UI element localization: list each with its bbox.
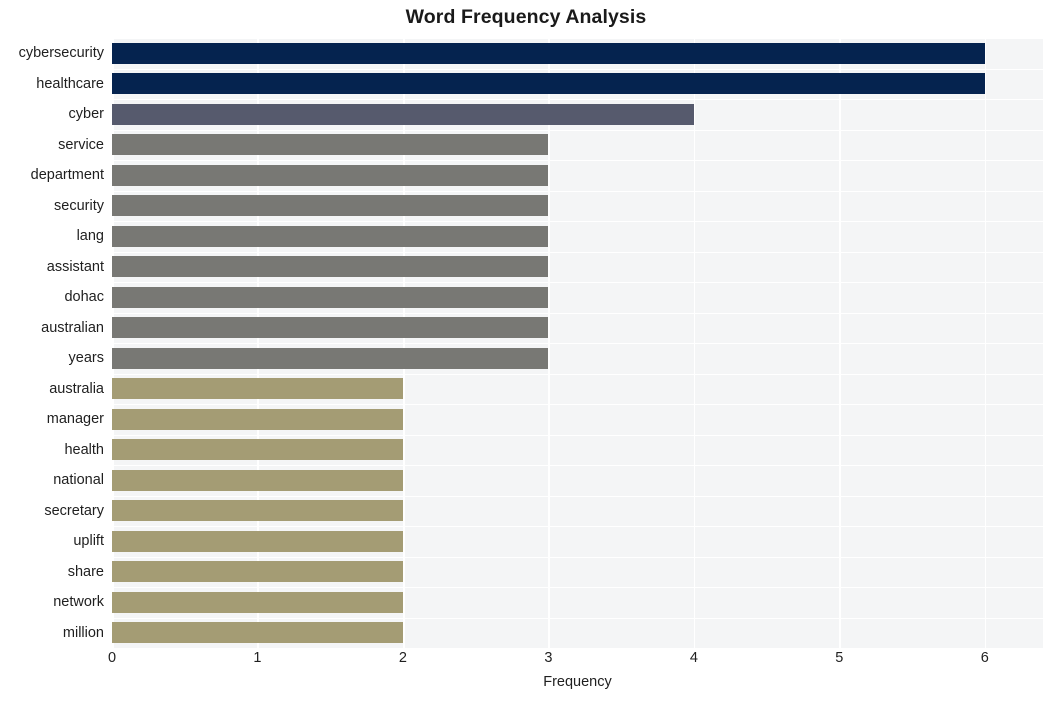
gridline-horizontal	[112, 68, 1043, 70]
gridline-horizontal	[112, 129, 1043, 131]
x-axis-title: Frequency	[543, 674, 612, 690]
y-axis-tick-label: national	[53, 472, 104, 489]
bar[interactable]	[112, 256, 549, 278]
gridline-horizontal	[112, 404, 1043, 406]
y-axis-tick-label: million	[62, 624, 104, 641]
y-axis-tick-label: healthcare	[36, 75, 104, 92]
gridline-horizontal	[112, 465, 1043, 467]
y-axis-tick-label: network	[53, 594, 104, 611]
gridline-horizontal	[112, 617, 1043, 619]
x-axis-tick-label: 3	[544, 650, 553, 666]
gridline-horizontal	[112, 312, 1043, 314]
y-axis-tick-label: australia	[49, 380, 104, 397]
gridline-horizontal	[112, 373, 1043, 375]
bar[interactable]	[112, 164, 549, 186]
gridline-horizontal	[112, 343, 1043, 345]
bar[interactable]	[112, 134, 549, 156]
bar[interactable]	[112, 225, 549, 247]
y-axis-tick-label: department	[30, 167, 104, 184]
gridline-horizontal	[112, 251, 1043, 253]
gridline-horizontal	[112, 495, 1043, 497]
gridline-horizontal	[112, 282, 1043, 284]
y-axis-tick-label: secretary	[44, 502, 104, 519]
bar[interactable]	[112, 530, 403, 552]
y-axis-tick-label: manager	[46, 411, 104, 428]
bar[interactable]	[112, 42, 985, 64]
y-axis-tick-label: health	[64, 441, 104, 458]
bar[interactable]	[112, 195, 549, 217]
gridline-horizontal	[112, 160, 1043, 162]
chart-title: Word Frequency Analysis	[405, 6, 647, 28]
y-axis-tick-label: assistant	[46, 258, 104, 275]
x-axis-tick-labels: 0 1 2 3 4 5 6	[108, 650, 1043, 676]
y-axis-tick-label: dohac	[64, 289, 104, 306]
chart-figure: Word Frequency Analysis cybersecurity hea…	[0, 0, 1052, 701]
plot-area	[112, 38, 1043, 648]
x-axis-tick-label: 2	[398, 650, 407, 666]
bar[interactable]	[112, 591, 403, 613]
y-axis-tick-label: lang	[76, 228, 104, 245]
bar[interactable]	[112, 561, 403, 583]
y-axis-tick-label: australian	[41, 319, 104, 336]
x-axis-tick-label: 5	[835, 650, 844, 666]
bar[interactable]	[112, 286, 549, 308]
bar[interactable]	[112, 347, 549, 369]
gridline-horizontal	[112, 434, 1043, 436]
bar[interactable]	[112, 378, 403, 400]
x-axis-tick-label: 1	[253, 650, 262, 666]
bar[interactable]	[112, 103, 694, 125]
bar[interactable]	[112, 469, 403, 491]
bar[interactable]	[112, 73, 985, 95]
x-axis-tick-label: 0	[107, 650, 117, 666]
y-axis-tick-label: security	[54, 197, 104, 214]
x-axis-tick-label: 6	[980, 650, 989, 666]
y-axis-tick-label: share	[67, 563, 104, 580]
bar[interactable]	[112, 439, 403, 461]
y-axis-tick-label: years	[68, 350, 104, 367]
y-axis-tick-label: service	[58, 136, 104, 153]
gridline-horizontal	[112, 38, 1043, 40]
gridline-horizontal	[112, 190, 1043, 192]
gridline-horizontal	[112, 526, 1043, 528]
y-axis-tick-labels: cybersecurity healthcare cyber service depar…	[0, 38, 104, 648]
y-axis-tick-label: cybersecurity	[18, 45, 104, 62]
y-axis-tick-label: cyber	[68, 106, 104, 123]
gridline-horizontal	[112, 221, 1043, 223]
gridline-horizontal	[112, 587, 1043, 589]
gridline-horizontal	[112, 99, 1043, 101]
bar[interactable]	[112, 408, 403, 430]
gridline-horizontal	[112, 556, 1043, 558]
y-axis-tick-label: uplift	[73, 533, 104, 550]
x-axis-tick-label: 4	[689, 650, 698, 666]
bar[interactable]	[112, 317, 549, 339]
bar[interactable]	[112, 622, 403, 644]
bar[interactable]	[112, 500, 403, 522]
